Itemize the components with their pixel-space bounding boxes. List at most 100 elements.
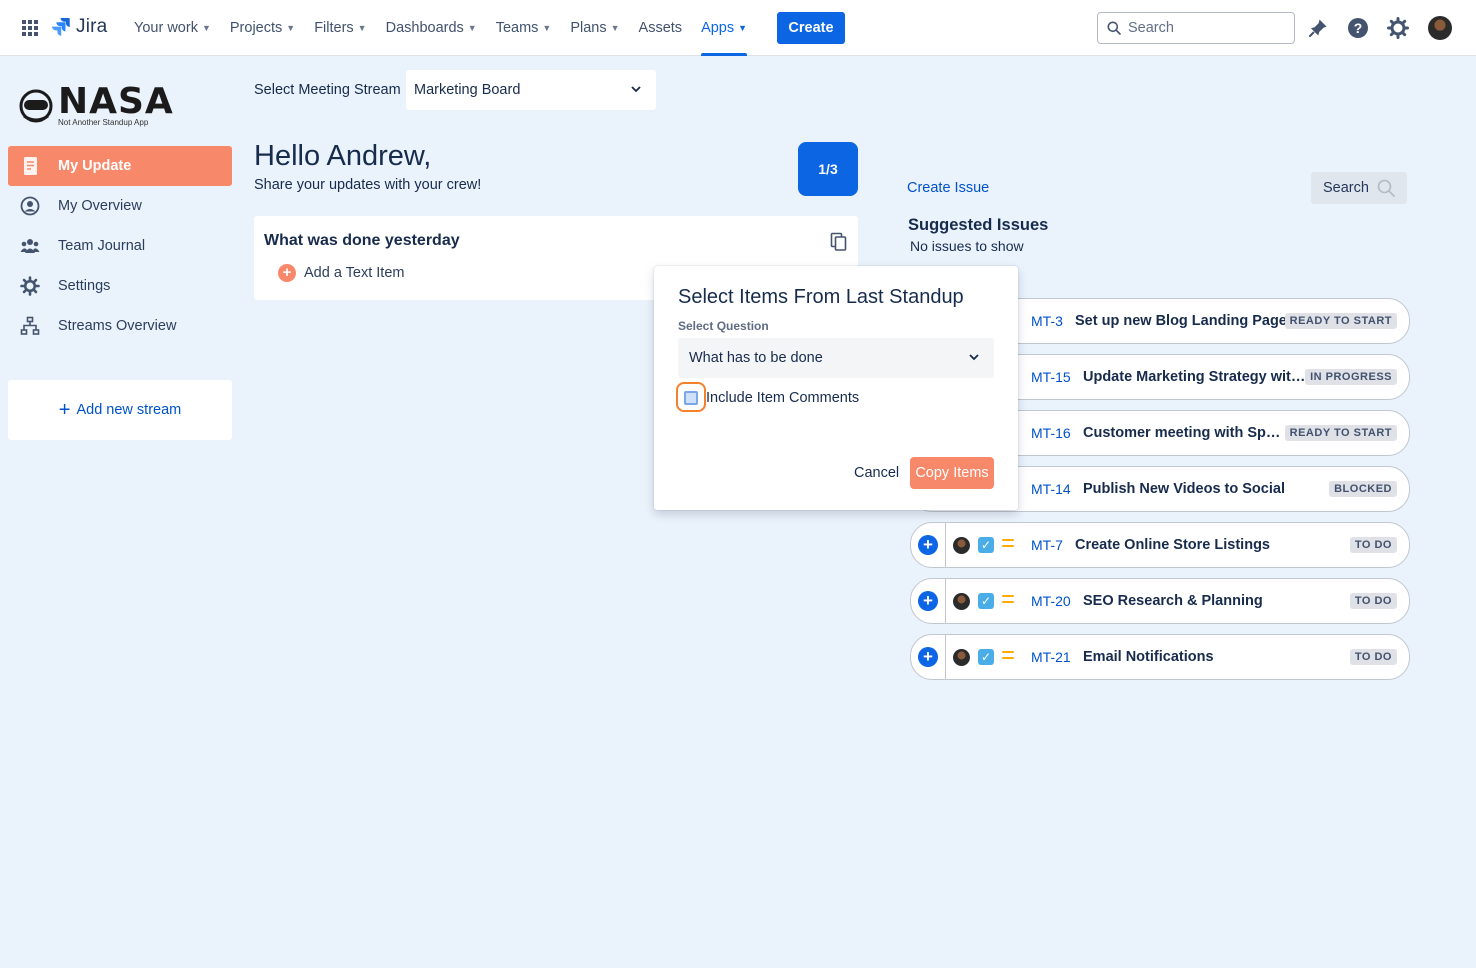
sidebar-item-label: Settings [58, 278, 111, 294]
status-badge: TO DO [1349, 649, 1397, 665]
sidebar-item-my-overview[interactable]: My Overview [8, 186, 232, 226]
sidebar-item-streams-overview[interactable]: Streams Overview [8, 306, 232, 346]
nav-assets[interactable]: Assets [639, 0, 683, 56]
add-issue-icon[interactable]: + [918, 535, 938, 555]
nav-filters[interactable]: Filters ▼ [314, 0, 366, 56]
issue-row[interactable]: + ✓ MT-21 Email Notifications TO DO [910, 634, 1410, 680]
add-issue-icon[interactable]: + [918, 647, 938, 667]
help-icon[interactable]: ? [1346, 16, 1370, 40]
search-input[interactable]: Search [1097, 12, 1295, 44]
question-progress-badge: 1/3 [798, 142, 858, 196]
add-text-item-label: Add a Text Item [304, 265, 405, 281]
issue-search-label: Search [1323, 180, 1369, 196]
sidebar-item-label: Team Journal [58, 238, 146, 254]
issue-key[interactable]: MT-14 [1031, 481, 1071, 497]
chevron-down-icon [969, 354, 979, 361]
nav-label: Teams [495, 20, 539, 36]
no-issues-message: No issues to show [910, 238, 1024, 254]
issue-summary: Create Online Store Listings [1075, 537, 1270, 553]
status-badge: IN PROGRESS [1305, 369, 1397, 385]
status-badge: READY TO START [1284, 425, 1397, 441]
hierarchy-icon [20, 316, 40, 335]
include-comments-label[interactable]: Include Item Comments [706, 390, 859, 406]
row-divider [945, 635, 946, 679]
issue-summary: SEO Research & Planning [1083, 593, 1263, 609]
sidebar-item-team-journal[interactable]: Team Journal [8, 226, 232, 266]
issue-summary: Customer meeting with Sp… [1083, 425, 1281, 441]
nav-apps[interactable]: Apps ▼ [701, 0, 747, 56]
jira-logo[interactable]: Jira [52, 16, 107, 38]
add-new-stream-button[interactable]: + Add new stream [8, 380, 232, 440]
add-stream-label: Add new stream [76, 402, 182, 418]
notification-icon[interactable] [1306, 16, 1330, 40]
chevron-down-icon: ▼ [467, 23, 477, 33]
gear-icon [20, 276, 40, 296]
jira-logo-icon [52, 18, 70, 36]
nav-your-work[interactable]: Your work ▼ [134, 0, 211, 56]
question-title: What was done yesterday [264, 232, 460, 249]
chevron-down-icon: ▼ [610, 23, 620, 33]
greeting-subtitle: Share your updates with your crew! [254, 177, 482, 193]
issue-key[interactable]: MT-20 [1031, 593, 1071, 609]
status-badge: READY TO START [1284, 313, 1397, 329]
include-comments-checkbox[interactable] [684, 391, 698, 405]
create-issue-link[interactable]: Create Issue [907, 180, 989, 196]
issue-key[interactable]: MT-21 [1031, 649, 1071, 665]
nav-label: Dashboards [385, 20, 464, 36]
astronaut-helmet-icon [19, 89, 53, 123]
app-switcher-icon[interactable] [22, 20, 38, 36]
copy-items-button[interactable]: Copy Items [910, 457, 994, 489]
top-navigation: Jira Your work ▼ Projects ▼ Filters ▼ Dashb… [0, 0, 1476, 56]
chevron-down-icon: ▼ [357, 23, 367, 33]
chevron-down-icon: ▼ [542, 23, 552, 33]
profile-avatar[interactable] [1428, 16, 1452, 40]
create-button[interactable]: Create [777, 12, 845, 44]
question-select[interactable]: What has to be done [678, 338, 994, 378]
priority-medium-icon [1002, 539, 1014, 549]
chevron-down-icon: ▼ [738, 23, 748, 33]
search-icon [1377, 179, 1395, 197]
nav-dashboards[interactable]: Dashboards ▼ [386, 0, 477, 56]
cancel-button[interactable]: Cancel [854, 465, 899, 481]
copy-icon[interactable] [830, 232, 848, 252]
nav-teams[interactable]: Teams ▼ [496, 0, 552, 56]
nav-label: Projects [229, 20, 283, 36]
status-badge: TO DO [1349, 593, 1397, 609]
task-type-icon: ✓ [978, 649, 994, 665]
meeting-stream-select[interactable]: Marketing Board [406, 70, 656, 110]
issue-row[interactable]: + ✓ MT-7 Create Online Store Listings TO… [910, 522, 1410, 568]
people-icon [20, 239, 40, 253]
add-issue-icon[interactable]: + [918, 591, 938, 611]
sidebar-item-my-update[interactable]: My Update [8, 146, 232, 186]
issue-summary: Publish New Videos to Social [1083, 481, 1285, 497]
greeting-heading: Hello Andrew, [254, 140, 432, 172]
nav-label: Assets [638, 20, 683, 36]
chevron-down-icon [631, 86, 641, 93]
nav-label: Apps [701, 20, 735, 36]
sidebar-item-settings[interactable]: Settings [8, 266, 232, 306]
assignee-avatar [953, 537, 970, 554]
issue-key[interactable]: MT-7 [1031, 537, 1063, 553]
settings-icon[interactable] [1386, 16, 1410, 40]
issue-key[interactable]: MT-15 [1031, 369, 1071, 385]
svg-text:?: ? [1354, 20, 1363, 36]
question-select-value: What has to be done [689, 350, 823, 366]
nasa-logo-text: NASA [58, 81, 174, 122]
stream-select-label: Select Meeting Stream [254, 82, 401, 98]
select-items-modal: Select Items From Last Standup Select Qu… [654, 266, 1018, 510]
document-icon [24, 157, 37, 175]
issue-key[interactable]: MT-3 [1031, 313, 1063, 329]
task-type-icon: ✓ [978, 593, 994, 609]
nav-plans[interactable]: Plans ▼ [570, 0, 619, 56]
nav-label: Filters [314, 20, 354, 36]
nav-projects[interactable]: Projects ▼ [230, 0, 295, 56]
issue-row[interactable]: + ✓ MT-20 SEO Research & Planning TO DO [910, 578, 1410, 624]
issue-search-button[interactable]: Search [1311, 172, 1407, 204]
row-divider [945, 523, 946, 567]
chevron-down-icon: ▼ [201, 23, 211, 33]
add-text-item-button[interactable]: + Add a Text Item [278, 264, 404, 282]
row-divider [945, 579, 946, 623]
issue-key[interactable]: MT-16 [1031, 425, 1071, 441]
plus-icon: + [58, 399, 71, 421]
issue-summary: Update Marketing Strategy wit… [1083, 369, 1306, 385]
